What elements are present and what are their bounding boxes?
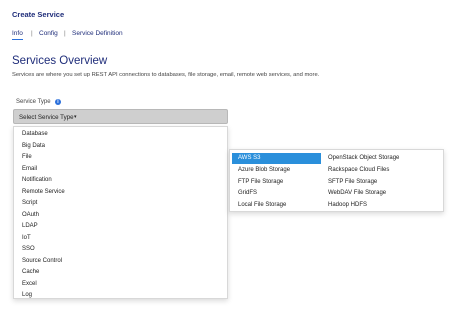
menu-item-big-data[interactable]: Big Data: [14, 141, 227, 153]
service-type-label: Service Type: [16, 99, 51, 105]
submenu-item-openstack-object-storage[interactable]: OpenStack Object Storage: [322, 153, 440, 164]
page-title: Services Overview: [12, 55, 108, 67]
menu-item-file[interactable]: File: [14, 152, 227, 164]
menu-item-remote-service[interactable]: Remote Service: [14, 187, 227, 199]
tab-separator: |: [64, 30, 66, 37]
file-storage-submenu: AWS S3 Azure Blob Storage FTP File Stora…: [229, 149, 444, 212]
submenu-item-azure-blob-storage[interactable]: Azure Blob Storage: [232, 165, 321, 176]
submenu-item-webdav-file-storage[interactable]: WebDAV File Storage: [322, 188, 440, 199]
service-type-select-value: Select Service Type: [19, 113, 74, 121]
submenu-item-ftp-file-storage[interactable]: FTP File Storage: [232, 177, 321, 188]
menu-item-email[interactable]: Email: [14, 164, 227, 176]
menu-item-log[interactable]: Log: [14, 290, 227, 302]
tab-service-definition[interactable]: Service Definition: [72, 30, 123, 37]
submenu-item-aws-s3[interactable]: AWS S3: [232, 153, 321, 164]
submenu-item-hadoop-hdfs[interactable]: Hadoop HDFS: [322, 200, 440, 211]
menu-item-database[interactable]: Database: [14, 129, 227, 141]
caret-down-icon: ▾: [74, 113, 77, 120]
menu-item-ldap[interactable]: LDAP: [14, 221, 227, 233]
page-header-title: Create Service: [12, 10, 65, 19]
menu-item-source-control[interactable]: Source Control: [14, 256, 227, 268]
service-type-select[interactable]: Select Service Type ▾: [13, 109, 228, 124]
menu-item-excel[interactable]: Excel: [14, 279, 227, 291]
tab-config[interactable]: Config: [39, 30, 58, 37]
menu-item-sso[interactable]: SSO: [14, 244, 227, 256]
submenu-item-gridfs[interactable]: GridFS: [232, 188, 321, 199]
page-header: Create Service Info | Config | Service D…: [0, 0, 474, 45]
page-description: Services are where you set up REST API c…: [12, 72, 320, 78]
submenu-item-local-file-storage[interactable]: Local File Storage: [232, 200, 321, 211]
submenu-item-rackspace-cloud-files[interactable]: Rackspace Cloud Files: [322, 165, 440, 176]
menu-item-cache[interactable]: Cache: [14, 267, 227, 279]
info-circle-icon[interactable]: i: [55, 99, 61, 105]
tab-separator: |: [31, 30, 33, 37]
menu-item-iot[interactable]: IoT: [14, 233, 227, 245]
menu-item-notification[interactable]: Notification: [14, 175, 227, 187]
submenu-item-sftp-file-storage[interactable]: SFTP File Storage: [322, 177, 440, 188]
menu-item-script[interactable]: Script: [14, 198, 227, 210]
tab-info[interactable]: Info: [12, 30, 23, 40]
service-type-menu: Database Big Data File Email Notificatio…: [13, 126, 228, 299]
menu-item-oauth[interactable]: OAuth: [14, 210, 227, 222]
